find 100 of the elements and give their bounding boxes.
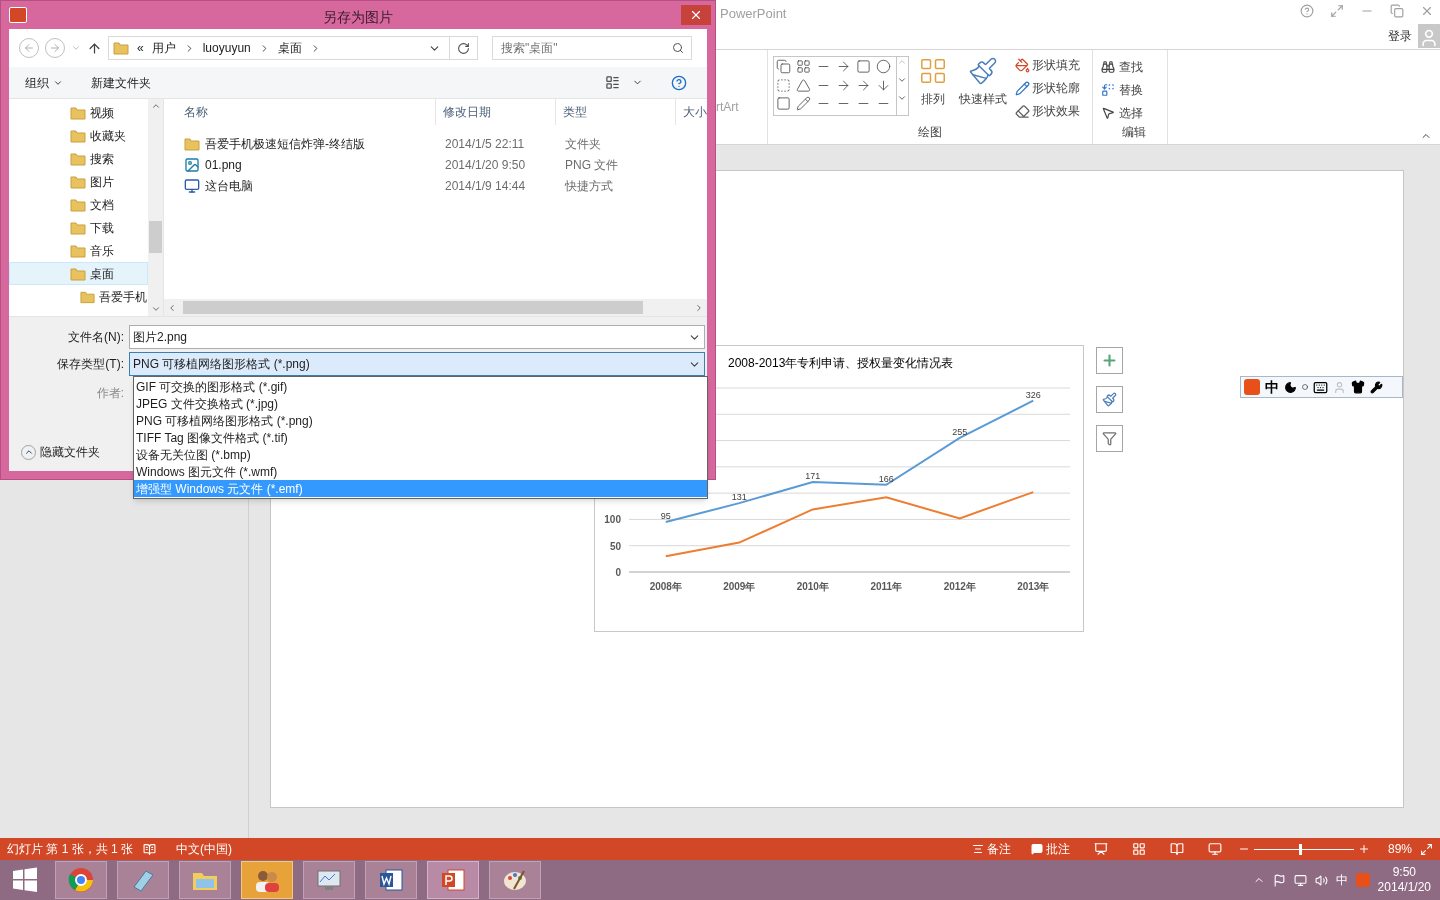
quick-styles-button[interactable]: 快速样式 — [957, 56, 1009, 123]
sign-in-link[interactable]: 登录 — [1388, 27, 1412, 45]
scroll-up-icon[interactable] — [150, 101, 161, 111]
zoom-in-icon[interactable] — [1357, 843, 1370, 855]
spelling-icon[interactable] — [143, 842, 157, 856]
shape-outline-button[interactable]: 形状轮廓 — [1015, 79, 1080, 97]
paint-palette-icon[interactable] — [489, 861, 541, 899]
people-icon[interactable] — [241, 861, 293, 899]
shape-icon[interactable] — [796, 77, 811, 93]
find-button[interactable]: 查找 — [1101, 58, 1167, 76]
save-type-select[interactable]: PNG 可移植网络图形格式 (*.png) — [129, 352, 705, 376]
volume-icon[interactable] — [1314, 873, 1328, 887]
keyboard-icon[interactable] — [1313, 379, 1328, 395]
shape-icon[interactable] — [876, 77, 891, 93]
close-icon[interactable] — [1420, 4, 1434, 18]
scroll-right-icon[interactable] — [694, 302, 704, 313]
close-button[interactable] — [681, 5, 711, 25]
address-segment[interactable]: luoyuyun — [202, 39, 251, 57]
save-type-option[interactable]: JPEG 文件交换格式 (*.jpg) — [134, 395, 707, 412]
shape-icon[interactable] — [856, 59, 871, 74]
column-header[interactable]: 修改日期 — [436, 99, 557, 125]
vertical-scrollbar[interactable] — [148, 99, 163, 316]
up-button[interactable] — [87, 40, 102, 56]
address-bar[interactable]: « 用户 luoyuyun 桌面 — [108, 36, 478, 60]
save-type-option[interactable]: PNG 可移植网络图形格式 (*.png) — [134, 412, 707, 429]
shape-icon[interactable] — [836, 59, 851, 74]
settings-icon[interactable] — [1370, 380, 1383, 394]
scroll-down-icon[interactable] — [150, 304, 161, 314]
restore-icon[interactable] — [1390, 4, 1404, 18]
address-overflow[interactable]: « — [137, 39, 144, 57]
gallery-down-icon[interactable] — [897, 75, 907, 85]
clock-date[interactable]: 2014/1/20 — [1377, 880, 1431, 895]
file-row[interactable]: 01.png 2014/1/20 9:50 PNG 文件 — [164, 154, 707, 175]
shape-icon[interactable] — [856, 77, 871, 93]
action-center-icon[interactable] — [1272, 873, 1286, 887]
fit-slide-icon[interactable] — [1420, 842, 1433, 856]
save-type-option[interactable]: GIF 可交换的图形格式 (*.gif) — [134, 378, 707, 395]
replace-button[interactable]: 替换 — [1101, 81, 1167, 99]
save-type-option[interactable]: 设备无关位图 (*.bmp) — [134, 446, 707, 463]
comments-button[interactable]: 批注 — [1030, 840, 1070, 858]
shape-effects-button[interactable]: 形状效果 — [1015, 102, 1080, 120]
clock-time[interactable]: 9:50 — [1392, 865, 1416, 880]
slide-sorter-icon[interactable] — [1131, 842, 1146, 856]
organize-menu[interactable]: 组织 — [25, 73, 63, 92]
column-header[interactable]: 名称 — [164, 99, 437, 125]
save-type-option[interactable]: TIFF Tag 图像文件格式 (*.tif) — [134, 429, 707, 446]
chart-filters-button[interactable] — [1096, 425, 1123, 452]
language-indicator[interactable]: 中文(中国) — [176, 840, 233, 858]
shape-fill-button[interactable]: 形状填充 — [1015, 56, 1080, 74]
save-type-option[interactable]: Windows 图元文件 (*.wmf) — [134, 463, 707, 480]
input-method-indicator[interactable]: 中 — [1335, 871, 1348, 889]
scrollbar-thumb[interactable] — [183, 301, 643, 314]
reading-view-icon[interactable] — [1169, 842, 1184, 856]
shape-icon[interactable] — [836, 77, 851, 93]
scrollbar-thumb[interactable] — [149, 221, 162, 253]
tree-item[interactable]: 下载 — [9, 216, 148, 239]
ribbon-display-icon[interactable] — [1330, 4, 1344, 18]
select-button[interactable]: 选择 — [1101, 104, 1167, 122]
tree-item[interactable]: 吾爱手机 — [9, 285, 148, 308]
monitor-icon[interactable] — [303, 861, 355, 899]
address-segment[interactable]: 用户 — [151, 39, 176, 57]
tree-item[interactable]: 搜索 — [9, 147, 148, 170]
help-icon[interactable] — [671, 74, 687, 91]
filename-field[interactable]: 图片2.png — [129, 325, 705, 349]
shirt-icon[interactable] — [1351, 380, 1365, 394]
column-header[interactable]: 大小 — [676, 99, 707, 125]
shape-icon[interactable] — [796, 96, 811, 112]
chart-elements-button[interactable] — [1096, 347, 1123, 374]
tree-item[interactable]: 桌面 — [9, 262, 148, 285]
file-row[interactable]: 这台电脑 2014/1/9 14:44 快捷方式 — [164, 175, 707, 196]
view-icon[interactable] — [605, 75, 620, 90]
gallery-more-icon[interactable] — [897, 93, 907, 103]
tree-item[interactable]: 文档 — [9, 193, 148, 216]
shape-icon[interactable] — [796, 59, 811, 74]
search-field[interactable]: 搜索"桌面" — [492, 36, 692, 60]
moon-icon[interactable] — [1284, 380, 1297, 394]
chart-styles-button[interactable] — [1096, 386, 1123, 413]
shape-icon[interactable] — [876, 59, 891, 74]
file-row[interactable]: 吾爱手机极速短信炸弹-终结版 2014/1/5 22:11 文件夹 — [164, 133, 707, 154]
word-icon[interactable] — [365, 861, 417, 899]
address-segment[interactable]: 桌面 — [277, 39, 302, 57]
file-explorer-icon[interactable] — [179, 861, 231, 899]
ime-mode-toggle[interactable]: 中 — [1265, 376, 1279, 398]
zoom-percent[interactable]: 89% — [1387, 840, 1412, 858]
network-icon[interactable] — [1293, 873, 1307, 887]
shape-gallery[interactable] — [773, 56, 909, 116]
horizontal-scrollbar[interactable] — [164, 299, 707, 316]
shape-icon[interactable] — [776, 96, 791, 112]
arrange-button[interactable]: 排列 — [915, 56, 951, 123]
slideshow-icon[interactable] — [1207, 842, 1222, 856]
zoom-slider-thumb[interactable] — [1298, 843, 1302, 855]
notes-button[interactable]: 备注 — [971, 840, 1011, 858]
powerpoint-icon[interactable] — [427, 861, 479, 899]
tree-item[interactable]: 收藏夹 — [9, 124, 148, 147]
tree-item[interactable]: 音乐 — [9, 239, 148, 262]
normal-view-icon[interactable] — [1093, 842, 1108, 856]
new-folder-button[interactable]: 新建文件夹 — [91, 73, 151, 92]
tree-item[interactable]: 视频 — [9, 101, 148, 124]
hide-folders-button[interactable]: 隐藏文件夹 — [21, 443, 100, 461]
tree-item[interactable]: 图片 — [9, 170, 148, 193]
